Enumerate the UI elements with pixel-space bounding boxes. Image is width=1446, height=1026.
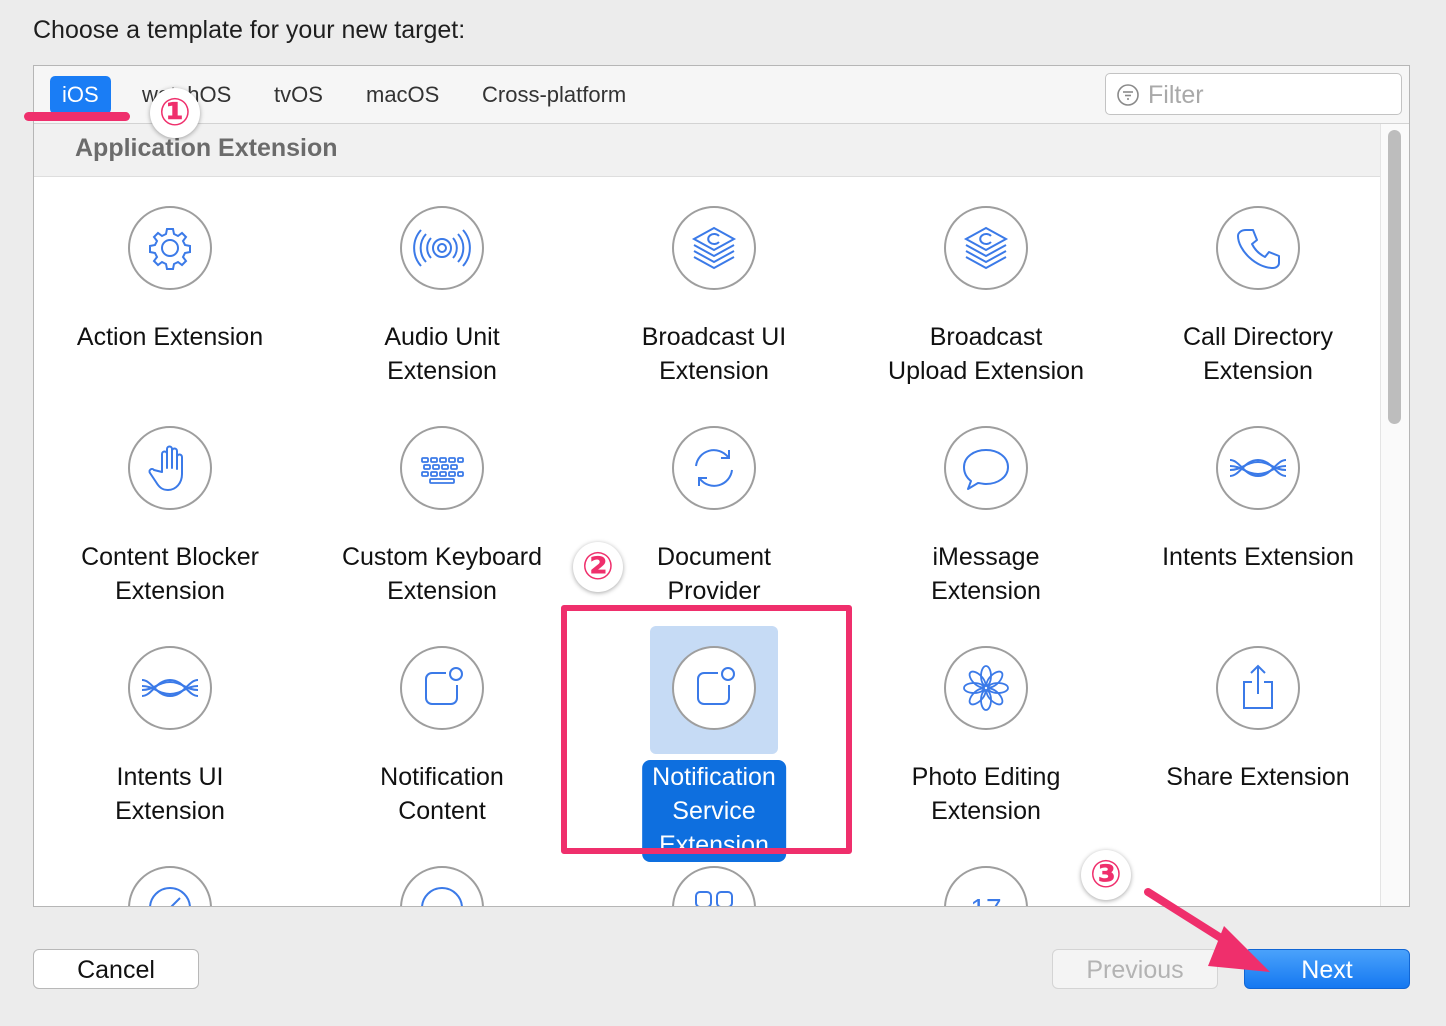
template-label: iMessage Extension <box>931 543 1041 605</box>
template-imessage-extension[interactable]: iMessage Extension <box>850 406 1122 626</box>
keyboard-icon <box>421 457 464 484</box>
template-intents-ui-extension[interactable]: Intents UI Extension <box>34 626 306 846</box>
template-partial-safari[interactable] <box>34 846 306 906</box>
template-partial-sticker-pack[interactable] <box>578 846 850 906</box>
annotation-step-3: ③ <box>1081 850 1131 900</box>
filter-input[interactable] <box>1146 78 1390 112</box>
template-call-directory-extension[interactable]: Call Directory Extension <box>1122 186 1394 406</box>
template-label: Notification Content <box>380 763 504 825</box>
gear-icon <box>149 228 191 270</box>
circle-icon <box>421 887 463 906</box>
platform-tab-bar: iOS watchOS tvOS macOS Cross-platform <box>34 66 1409 124</box>
audio-waves-icon <box>413 229 471 267</box>
tab-macos[interactable]: macOS <box>354 76 451 114</box>
annotation-arrow-icon <box>1144 888 1270 972</box>
template-label: Broadcast Upload Extension <box>888 323 1084 385</box>
template-label: Intents Extension <box>1162 543 1354 571</box>
template-broadcast-ui-extension[interactable]: Broadcast UI Extension <box>578 186 850 406</box>
calendar-day-number: 17 <box>970 893 1001 907</box>
notification-badge-icon <box>425 667 463 705</box>
hand-icon <box>148 445 183 491</box>
dialog-title: Choose a template for your new target: <box>33 16 466 44</box>
template-custom-keyboard-extension[interactable]: Custom Keyboard Extension <box>306 406 578 626</box>
safari-compass-icon <box>149 887 191 906</box>
calendar-icon: 17 <box>970 893 1001 907</box>
share-icon <box>1243 664 1273 709</box>
template-partial-circle[interactable] <box>306 846 578 906</box>
template-share-extension[interactable]: Share Extension <box>1122 626 1394 846</box>
intents-waves-icon <box>141 678 199 698</box>
template-broadcast-upload-extension[interactable]: Broadcast Upload Extension <box>850 186 1122 406</box>
section-header: Application Extension <box>34 124 1380 177</box>
template-content-blocker-extension[interactable]: Content Blocker Extension <box>34 406 306 626</box>
template-label: Broadcast UI Extension <box>641 323 787 385</box>
template-document-provider[interactable]: Document Provider <box>578 406 850 626</box>
template-label: Audio Unit Extension <box>384 323 500 385</box>
speech-bubble-icon <box>963 449 1009 490</box>
tab-ios[interactable]: iOS <box>50 76 111 114</box>
template-label: Content Blocker Extension <box>81 543 259 605</box>
section-title: Application Extension <box>75 134 338 162</box>
template-action-extension[interactable]: Action Extension <box>34 186 306 406</box>
broadcast-stack-icon <box>963 226 1009 270</box>
template-label: Action Extension <box>76 323 264 351</box>
tab-cross-platform[interactable]: Cross-platform <box>470 76 638 114</box>
intents-waves-icon <box>1229 458 1287 478</box>
template-label: Custom Keyboard Extension <box>341 543 543 605</box>
template-label: Document Provider <box>657 543 771 605</box>
tab-tvos[interactable]: tvOS <box>262 76 335 114</box>
template-label: Share Extension <box>1166 763 1350 791</box>
template-photo-editing-extension[interactable]: Photo Editing Extension <box>850 626 1122 846</box>
template-intents-extension[interactable]: Intents Extension <box>1122 406 1394 626</box>
template-label: Intents UI Extension <box>115 763 225 825</box>
sticker-pack-icon <box>695 891 733 906</box>
filter-field[interactable] <box>1105 73 1402 115</box>
annotation-underline <box>24 112 130 121</box>
template-label: Call Directory Extension <box>1182 323 1334 385</box>
filter-icon <box>1117 84 1139 106</box>
sync-arrows-icon <box>695 449 733 487</box>
template-label: Photo Editing Extension <box>911 763 1061 825</box>
cancel-button[interactable]: Cancel <box>33 949 199 989</box>
phone-icon <box>1237 229 1280 269</box>
template-audio-unit-extension[interactable]: Audio Unit Extension <box>306 186 578 406</box>
annotation-step-1: ① <box>150 88 200 138</box>
annotation-step-2: ② <box>573 542 623 592</box>
annotation-highlight-box <box>561 605 852 854</box>
broadcast-stack-icon <box>691 226 737 270</box>
template-notification-content[interactable]: Notification Content <box>306 626 578 846</box>
photos-flower-icon <box>963 665 1009 711</box>
